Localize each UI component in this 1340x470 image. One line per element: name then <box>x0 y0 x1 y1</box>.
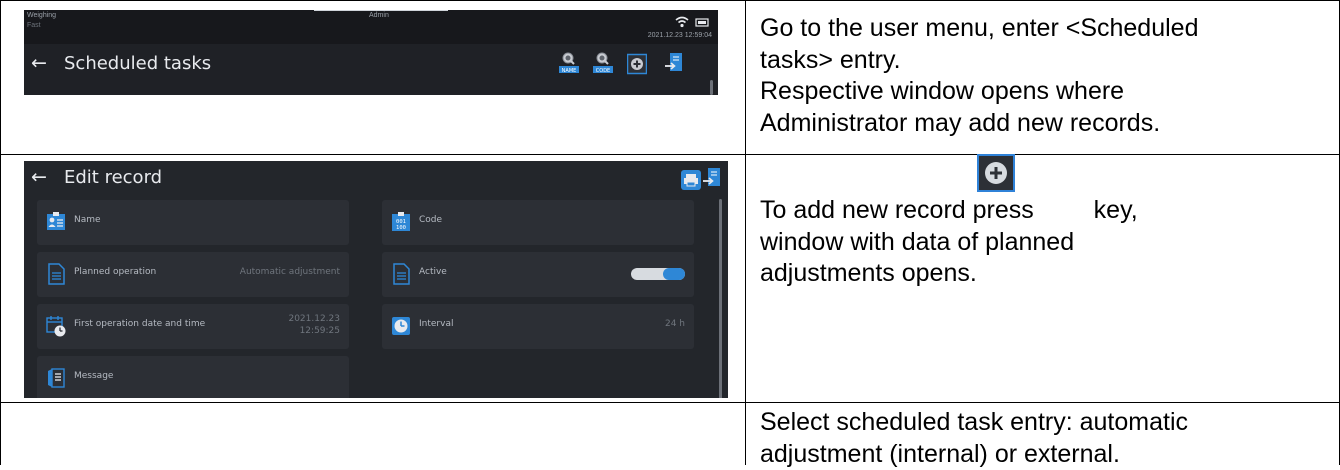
instruction-line: Administrator may add new records. <box>760 108 1335 140</box>
code-icon: 001 100 <box>391 211 411 233</box>
calendar-clock-icon <box>46 315 66 337</box>
status-datetime: 2021.12.23 12:59:04 <box>648 32 712 39</box>
planned-operation-label: Planned operation <box>74 267 156 277</box>
clock-icon <box>391 315 411 337</box>
first-operation-field[interactable]: First operation date and time 2021.12.23… <box>37 304 349 349</box>
table-border-left <box>0 0 1 465</box>
page-title: Scheduled tasks <box>64 53 211 74</box>
interval-field[interactable]: Interval 24 h <box>382 304 694 349</box>
search-code-icon[interactable]: CODE <box>593 50 613 74</box>
search-code-text: CODE <box>596 68 610 74</box>
name-card-icon <box>46 211 66 233</box>
message-field[interactable]: Message <box>37 356 349 398</box>
instruction-line-with-key: To add new record press key, <box>760 195 1335 227</box>
scheduled-tasks-screenshot: Weighing Fast Admin 2021.12.23 12:59:04 … <box>24 10 718 95</box>
active-label: Active <box>419 267 447 277</box>
status-bar: Weighing Fast Admin 2021.12.23 12:59:04 <box>24 10 718 44</box>
add-record-icon[interactable] <box>627 52 647 76</box>
connection-icon <box>695 18 710 28</box>
instruction-row-3: Select scheduled task entry: automatic a… <box>760 407 1335 470</box>
name-label: Name <box>74 215 101 225</box>
wifi-icon <box>675 16 689 28</box>
scrollbar[interactable] <box>710 80 713 95</box>
exit-icon[interactable] <box>702 166 722 190</box>
print-icon[interactable] <box>681 170 701 190</box>
back-arrow-icon[interactable]: ← <box>31 166 47 188</box>
status-mode-label: Weighing <box>27 12 56 19</box>
code-label: Code <box>419 215 442 225</box>
first-operation-value: 2021.12.23 12:59:25 <box>288 313 340 337</box>
document-icon <box>391 263 411 285</box>
status-user-label: Admin <box>369 12 389 19</box>
instruction-line: window with data of planned <box>760 227 1335 259</box>
search-name-icon[interactable]: NAME <box>559 50 579 74</box>
table-row-divider-2 <box>0 402 1340 403</box>
add-key-icon <box>977 154 1015 192</box>
edit-record-screenshot: ← Edit record Name 001 100 <box>24 161 728 398</box>
first-operation-time: 12:59:25 <box>288 325 340 337</box>
instruction-line: adjustments opens. <box>760 258 1335 290</box>
scrollbar[interactable] <box>719 199 722 398</box>
table-border-top <box>0 0 1340 1</box>
first-operation-label: First operation date and time <box>74 319 205 329</box>
status-submode-label: Fast <box>27 22 41 29</box>
message-icon <box>46 367 66 389</box>
message-label: Message <box>74 371 113 381</box>
interval-value: 24 h <box>665 319 685 329</box>
instruction-prefix: To add new record press <box>760 196 1034 224</box>
interval-label: Interval <box>419 319 453 329</box>
first-operation-date: 2021.12.23 <box>288 313 340 325</box>
document-icon <box>46 263 66 285</box>
instruction-row-2: To add new record press key, window with… <box>760 195 1335 290</box>
planned-operation-field[interactable]: Planned operation Automatic adjustment <box>37 252 349 297</box>
toggle-knob <box>663 268 685 280</box>
instruction-line: Respective window opens where <box>760 76 1335 108</box>
page-title: Edit record <box>64 167 162 188</box>
exit-icon[interactable] <box>664 51 684 75</box>
instruction-suffix: key, <box>1094 196 1138 224</box>
table-column-divider <box>745 0 746 465</box>
active-field[interactable]: Active <box>382 252 694 297</box>
instruction-line: tasks> entry. <box>760 45 1335 77</box>
instruction-line: adjustment (internal) or external. <box>760 439 1335 470</box>
code-field[interactable]: 001 100 Code <box>382 200 694 245</box>
planned-operation-value: Automatic adjustment <box>240 267 340 277</box>
instruction-line: Select scheduled task entry: automatic <box>760 407 1335 439</box>
table-row-divider-1 <box>0 154 1340 155</box>
instruction-line: Go to the user menu, enter <Scheduled <box>760 13 1335 45</box>
name-field[interactable]: Name <box>37 200 349 245</box>
search-name-text: NAME <box>562 68 577 74</box>
instruction-row-1: Go to the user menu, enter <Scheduled ta… <box>760 13 1335 139</box>
back-arrow-icon[interactable]: ← <box>31 52 47 74</box>
code-icon-text-bottom: 100 <box>396 225 406 231</box>
active-toggle[interactable] <box>631 268 685 280</box>
